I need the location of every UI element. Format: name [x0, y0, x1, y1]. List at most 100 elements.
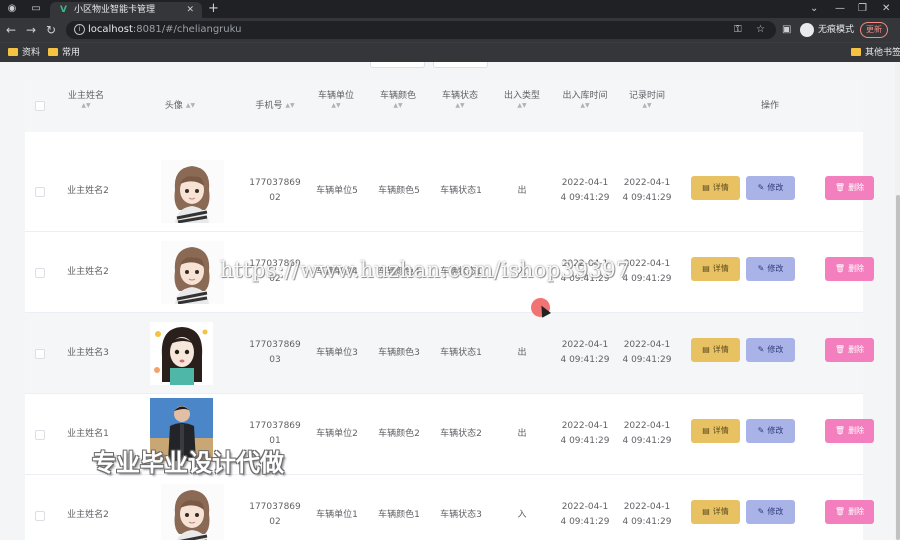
girl-cartoon-avatar-image [161, 241, 224, 304]
bookmark-folder-1[interactable]: 资料 [8, 46, 40, 60]
pencil-icon: ✎ [757, 426, 765, 435]
owner-name-cell: 业主姓名2 [67, 267, 109, 277]
phone-line-2: 02 [269, 517, 281, 527]
row-checkbox[interactable] [35, 349, 45, 359]
restore-icon[interactable]: ❐ [858, 1, 867, 17]
header-status[interactable]: 车辆状态 ▲▼ [435, 90, 485, 110]
detail-label: 详情 [712, 426, 729, 435]
header-label: 记录时间 [628, 91, 665, 101]
chevron-down-icon[interactable]: ⌄ [810, 1, 818, 17]
edit-button[interactable]: ✎ 修改 [746, 257, 795, 281]
header-avatar[interactable]: 头像 ▲▼ [150, 100, 210, 112]
io-time-cell: 2022-04-1 4 09:41:29 [557, 338, 613, 368]
detail-button[interactable]: ▤ 详情 [691, 500, 740, 524]
address-bar[interactable]: i localhost:8081/#/cheliangruku ⚿ ☆ [66, 21, 776, 39]
girl-cartoon-avatar-image [161, 160, 224, 223]
io-type-cell: 出 [517, 186, 527, 196]
forward-icon[interactable]: → [26, 22, 36, 38]
header-unit[interactable]: 车辆单位 ▲▼ [311, 90, 361, 110]
detail-button[interactable]: ▤ 详情 [691, 419, 740, 443]
browser-tab[interactable]: V 小区物业智能卡管理 ✕ [50, 2, 202, 18]
top-button-stub[interactable] [370, 62, 425, 68]
update-button[interactable]: 更新 [860, 22, 888, 38]
detail-label: 详情 [712, 345, 729, 354]
tab-list-icon[interactable]: ▭ [30, 3, 42, 15]
key-icon[interactable]: ⚿ [734, 22, 742, 38]
io-type-cell: 出 [517, 429, 527, 439]
row-checkbox[interactable] [35, 268, 45, 278]
record-time-line-2: 4 09:41:29 [622, 517, 672, 527]
close-tab-icon[interactable]: ✕ [186, 4, 194, 16]
edit-button[interactable]: ✎ 修改 [746, 500, 795, 524]
table-row: 业主姓名2 177037869 02 车辆单位5 车辆颜色5 车辆状态1 出 20… [25, 151, 874, 232]
minimize-icon[interactable]: — [835, 1, 845, 17]
row-checkbox[interactable] [35, 430, 45, 440]
top-button-stub[interactable] [433, 62, 488, 68]
delete-label: 删除 [848, 264, 865, 273]
bookmark-folder-2[interactable]: 常用 [48, 46, 80, 60]
owner-name-cell: 业主姓名2 [67, 186, 109, 196]
color-cell: 车辆颜色1 [378, 510, 420, 520]
header-owner-name[interactable]: 业主姓名 ▲▼ [61, 90, 111, 110]
detail-label: 详情 [712, 183, 729, 192]
close-window-icon[interactable]: ✕ [882, 1, 890, 17]
delete-button[interactable]: 🗑 删除 [825, 500, 874, 524]
delete-button[interactable]: 🗑 删除 [825, 338, 874, 362]
sort-icon[interactable]: ▲▼ [497, 102, 547, 110]
avatar [150, 322, 213, 385]
sort-icon[interactable]: ▲▼ [435, 102, 485, 110]
reload-icon[interactable]: ↻ [46, 22, 56, 38]
sort-icon[interactable]: ▲▼ [557, 102, 613, 110]
phone-line-1: 177037869 [249, 340, 301, 350]
detail-button[interactable]: ▤ 详情 [691, 338, 740, 362]
edit-button[interactable]: ✎ 修改 [746, 419, 795, 443]
table-header: 业主姓名 ▲▼ 头像 ▲▼ 手机号 ▲▼ 车辆单位 ▲▼ 车辆颜色 ▲▼ 车辆状态 ▲▼ 出… [25, 80, 863, 132]
edit-button[interactable]: ✎ 修改 [746, 176, 795, 200]
sort-icon[interactable]: ▲▼ [619, 102, 675, 110]
delete-label: 删除 [848, 345, 865, 354]
sort-icon[interactable]: ▲▼ [373, 102, 423, 110]
other-bookmarks[interactable]: 其他书签 [851, 46, 900, 60]
back-icon[interactable]: ← [6, 22, 16, 38]
sort-icon[interactable]: ▲▼ [186, 102, 195, 109]
new-tab-button[interactable]: + [208, 1, 219, 16]
detail-label: 详情 [712, 507, 729, 516]
sort-icon[interactable]: ▲▼ [311, 102, 361, 110]
unit-cell: 车辆单位1 [316, 510, 358, 520]
edit-button[interactable]: ✎ 修改 [746, 338, 795, 362]
record-time-line-1: 2022-04-1 [623, 421, 671, 431]
owner-name-cell: 业主姓名3 [67, 348, 109, 358]
side-panel-icon[interactable]: ▣ [782, 22, 791, 38]
detail-button[interactable]: ▤ 详情 [691, 176, 740, 200]
row-checkbox[interactable] [35, 187, 45, 197]
browser-menu-icon[interactable]: ◉ [6, 3, 18, 15]
pencil-icon: ✎ [757, 183, 765, 192]
scrollbar-thumb[interactable] [896, 195, 900, 540]
pencil-icon: ✎ [757, 264, 765, 273]
header-label: 车辆状态 [441, 91, 478, 101]
delete-button[interactable]: 🗑 删除 [825, 419, 874, 443]
owner-name-cell: 业主姓名1 [67, 429, 109, 439]
incognito-icon[interactable] [800, 23, 814, 37]
header-color[interactable]: 车辆颜色 ▲▼ [373, 90, 423, 110]
bookmark-label: 资料 [22, 48, 41, 58]
header-io-time[interactable]: 出入库时间 ▲▼ [557, 90, 613, 110]
delete-button[interactable]: 🗑 删除 [825, 176, 874, 200]
browser-toolbar: ← → ↻ i localhost:8081/#/cheliangruku ⚿ … [0, 18, 900, 42]
select-all-checkbox[interactable] [35, 101, 45, 111]
bookmarks-bar: 资料 常用 其他书签 [0, 42, 900, 62]
header-io-type[interactable]: 出入类型 ▲▼ [497, 90, 547, 110]
io-time-cell: 2022-04-1 4 09:41:29 [557, 500, 613, 530]
bookmark-star-icon[interactable]: ☆ [756, 22, 765, 38]
detail-button[interactable]: ▤ 详情 [691, 257, 740, 281]
io-time-cell: 2022-04-1 4 09:41:29 [557, 419, 613, 449]
row-checkbox[interactable] [35, 511, 45, 521]
site-info-icon[interactable]: i [74, 24, 85, 35]
header-record-time[interactable]: 记录时间 ▲▼ [619, 90, 675, 110]
header-phone[interactable]: 手机号 ▲▼ [245, 100, 305, 112]
header-label: 车辆单位 [317, 91, 354, 101]
sort-icon[interactable]: ▲▼ [285, 102, 294, 109]
delete-button[interactable]: 🗑 删除 [825, 257, 874, 281]
unit-cell: 车辆单位5 [316, 186, 358, 196]
sort-icon[interactable]: ▲▼ [61, 102, 111, 110]
